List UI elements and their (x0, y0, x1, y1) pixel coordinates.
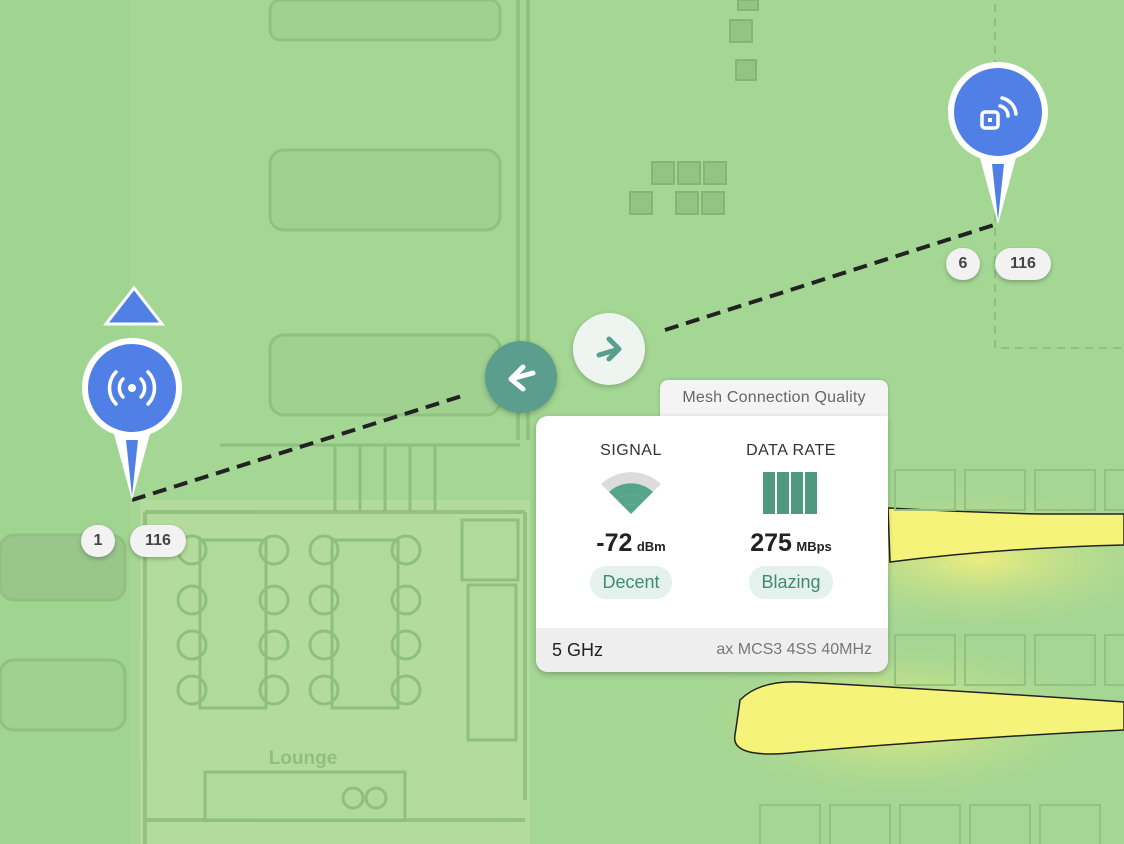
card-footer: 5 GHz ax MCS3 4SS 40MHz (536, 628, 888, 672)
signal-metric: -72 dBm (551, 529, 711, 558)
mesh-node-pin-1[interactable] (80, 336, 184, 506)
node-id-badge: 6 (946, 248, 980, 280)
data-rate-metric: 275 MBps (711, 529, 871, 558)
signal-unit: dBm (636, 539, 666, 554)
mesh-connection-quality-tab[interactable]: Mesh Connection Quality (660, 380, 888, 416)
direction-left-button[interactable] (485, 341, 557, 413)
connection-quality-card: SIGNAL -72 dBm Decent DATA RATE 275 MBps… (536, 416, 888, 672)
signal-title: SIGNAL (600, 442, 662, 459)
arrow-right-icon (596, 336, 622, 362)
data-rate-title: DATA RATE (746, 442, 836, 459)
signal-rating-badge: Decent (590, 566, 672, 599)
arrow-left-icon (508, 364, 536, 392)
direction-right-button[interactable] (573, 313, 645, 385)
wifi-signal-icon (601, 472, 661, 514)
signal-column: SIGNAL -72 dBm Decent (551, 442, 711, 599)
node-id-badge: 1 (81, 525, 115, 557)
channel-badge: 116 (130, 525, 186, 557)
signal-value: -72 (596, 529, 633, 557)
data-rate-unit: MBps (796, 539, 832, 554)
band-label: 5 GHz (552, 639, 604, 660)
data-rate-rating-badge: Blazing (749, 566, 833, 599)
mcs-label: ax MCS3 4SS 40MHz (716, 641, 872, 658)
mesh-node-pin-6[interactable] (946, 60, 1050, 230)
channel-badge: 116 (995, 248, 1051, 280)
room-label-lounge: Lounge (269, 748, 338, 769)
data-rate-column: DATA RATE 275 MBps Blazing (711, 442, 871, 599)
data-rate-value: 275 (750, 529, 792, 557)
data-rate-bars-icon (763, 472, 817, 514)
